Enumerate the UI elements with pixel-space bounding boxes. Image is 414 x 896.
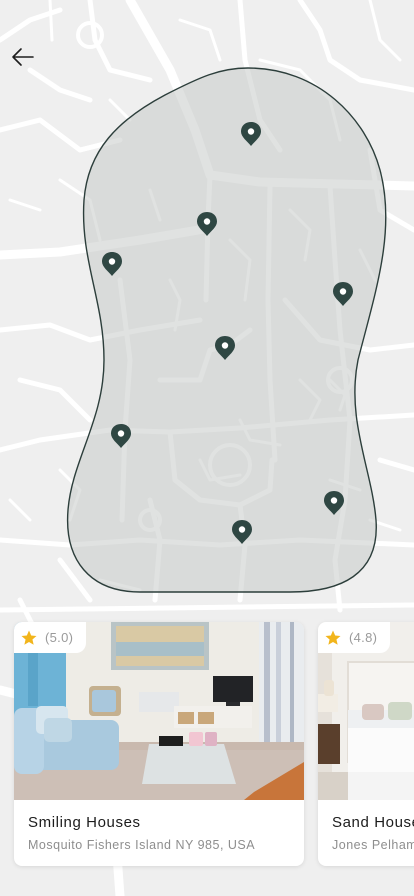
rating-badge: (4.8)	[318, 622, 390, 653]
listing-card[interactable]: (4.8) Sand House Jones Pelham	[318, 622, 414, 866]
rating-value: (4.8)	[349, 630, 378, 645]
rating-value: (5.0)	[45, 630, 74, 645]
back-button[interactable]	[6, 40, 40, 74]
star-icon	[21, 630, 37, 645]
arrow-left-icon	[12, 48, 34, 66]
drawn-area-polygon	[66, 67, 387, 593]
listing-address: Mosquito Fishers Island NY 985, USA	[28, 838, 256, 852]
listing-card[interactable]: (5.0) Smiling Houses Mosquito Fishers Is…	[14, 622, 304, 866]
listing-title[interactable]: Sand House	[332, 814, 414, 831]
rating-badge: (5.0)	[14, 622, 86, 653]
listing-address: Jones Pelham	[332, 838, 414, 852]
listing-carousel[interactable]: (5.0) Smiling Houses Mosquito Fishers Is…	[14, 622, 414, 866]
star-icon	[325, 630, 341, 645]
listing-title[interactable]: Smiling Houses	[28, 814, 141, 831]
map-screen: (5.0) Smiling Houses Mosquito Fishers Is…	[0, 0, 414, 896]
